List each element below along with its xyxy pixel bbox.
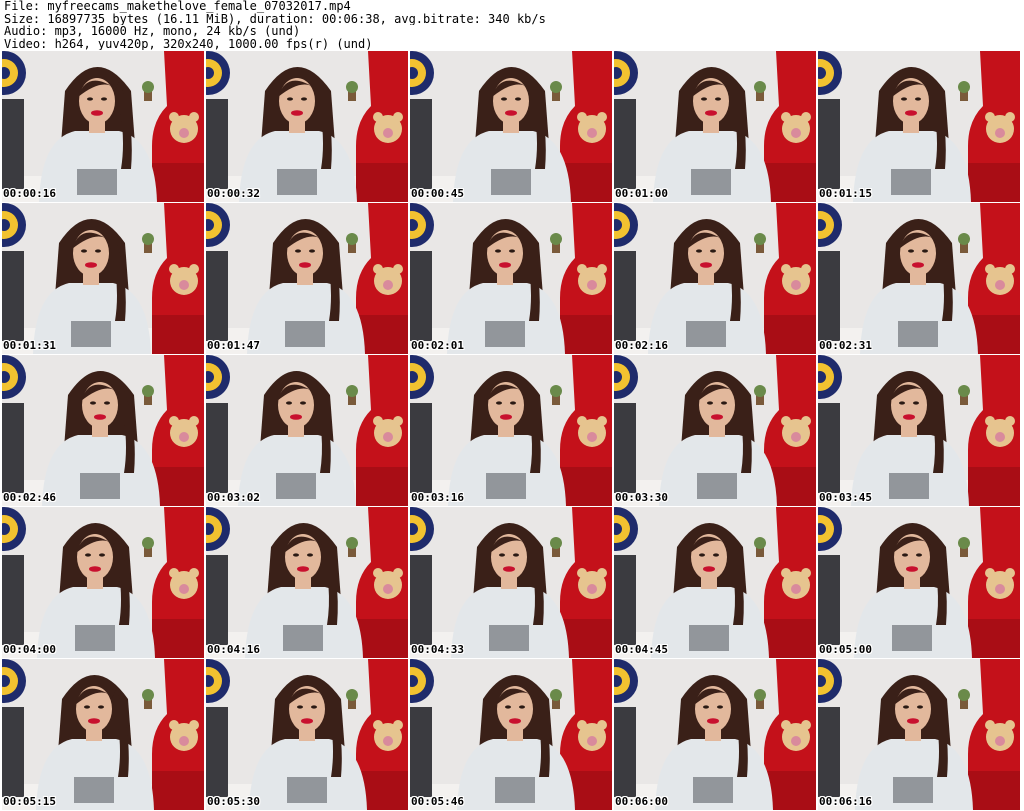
frame-image [614,355,816,506]
video-frame-thumbnail: 00:04:00 [2,507,204,658]
frame-image [818,51,1020,202]
frame-image [2,51,204,202]
video-frame-thumbnail: 00:02:01 [410,203,612,354]
frame-timestamp: 00:05:15 [3,795,56,808]
frame-timestamp: 00:01:00 [615,187,668,200]
frame-timestamp: 00:03:02 [207,491,260,504]
file-size-line: Size: 16897735 bytes (16.11 MiB), durati… [4,12,546,25]
frame-timestamp: 00:05:00 [819,643,872,656]
video-frame-thumbnail: 00:01:15 [818,51,1020,202]
frame-timestamp: 00:03:45 [819,491,872,504]
frame-image [2,355,204,506]
frame-timestamp: 00:04:33 [411,643,464,656]
frame-timestamp: 00:02:31 [819,339,872,352]
frame-timestamp: 00:06:00 [615,795,668,808]
video-frame-thumbnail: 00:03:30 [614,355,816,506]
video-frame-thumbnail: 00:06:16 [818,659,1020,810]
frame-image [206,51,408,202]
frame-timestamp: 00:00:45 [411,187,464,200]
frame-image [2,203,204,354]
frame-image [410,355,612,506]
frame-image [818,355,1020,506]
video-frame-thumbnail: 00:02:16 [614,203,816,354]
video-frame-thumbnail: 00:01:00 [614,51,816,202]
video-frame-thumbnail: 00:01:31 [2,203,204,354]
frame-timestamp: 00:05:30 [207,795,260,808]
frame-timestamp: 00:00:32 [207,187,260,200]
video-frame-thumbnail: 00:06:00 [614,659,816,810]
video-frame-thumbnail: 00:04:33 [410,507,612,658]
frame-image [410,51,612,202]
video-frame-thumbnail: 00:05:30 [206,659,408,810]
frame-timestamp: 00:05:46 [411,795,464,808]
video-info-line: Video: h264, yuv420p, 320x240, 1000.00 f… [4,37,373,50]
frame-image [614,659,816,810]
thumbnail-grid: 00:00:16 00:00:32 00:00:45 00:01:00 00:01:15… [2,51,1022,810]
frame-timestamp: 00:02:16 [615,339,668,352]
file-name-line: File: myfreecams_makethelove_female_0703… [4,0,351,13]
frame-image [410,659,612,810]
frame-image [2,659,204,810]
frame-image [206,355,408,506]
video-frame-thumbnail: 00:00:32 [206,51,408,202]
frame-timestamp: 00:04:45 [615,643,668,656]
frame-timestamp: 00:03:16 [411,491,464,504]
video-frame-thumbnail: 00:05:00 [818,507,1020,658]
frame-image [2,507,204,658]
frame-timestamp: 00:02:01 [411,339,464,352]
video-frame-thumbnail: 00:03:45 [818,355,1020,506]
file-info-header: File: myfreecams_makethelove_female_0703… [4,0,1020,50]
frame-image [206,659,408,810]
video-frame-thumbnail: 00:00:45 [410,51,612,202]
frame-image [614,203,816,354]
frame-image [206,203,408,354]
frame-image [410,507,612,658]
frame-image [614,51,816,202]
frame-image [614,507,816,658]
video-frame-thumbnail: 00:05:46 [410,659,612,810]
frame-timestamp: 00:01:31 [3,339,56,352]
frame-timestamp: 00:04:16 [207,643,260,656]
frame-timestamp: 00:04:00 [3,643,56,656]
frame-image [818,203,1020,354]
video-frame-thumbnail: 00:04:16 [206,507,408,658]
frame-timestamp: 00:01:47 [207,339,260,352]
frame-timestamp: 00:00:16 [3,187,56,200]
frame-timestamp: 00:01:15 [819,187,872,200]
video-frame-thumbnail: 00:02:46 [2,355,204,506]
frame-image [206,507,408,658]
frame-timestamp: 00:06:16 [819,795,872,808]
frame-image [818,507,1020,658]
video-frame-thumbnail: 00:04:45 [614,507,816,658]
video-frame-thumbnail: 00:00:16 [2,51,204,202]
frame-timestamp: 00:03:30 [615,491,668,504]
video-frame-thumbnail: 00:01:47 [206,203,408,354]
frame-image [818,659,1020,810]
video-frame-thumbnail: 00:05:15 [2,659,204,810]
audio-info-line: Audio: mp3, 16000 Hz, mono, 24 kb/s (und… [4,25,301,38]
video-frame-thumbnail: 00:03:02 [206,355,408,506]
frame-image [410,203,612,354]
frame-timestamp: 00:02:46 [3,491,56,504]
video-frame-thumbnail: 00:03:16 [410,355,612,506]
video-frame-thumbnail: 00:02:31 [818,203,1020,354]
